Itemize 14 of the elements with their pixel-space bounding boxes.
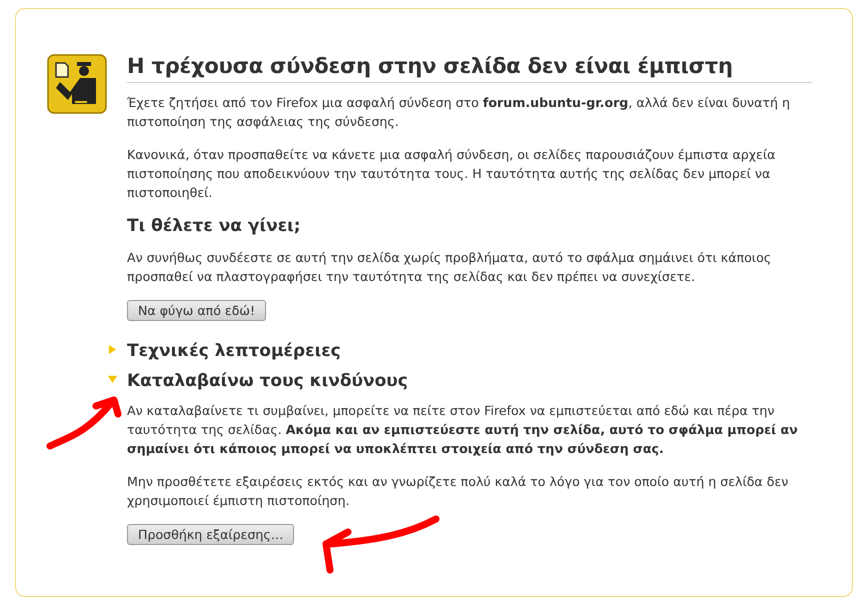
paragraph: Έχετε ζητήσει από τον Firefox μια ασφαλή σύνδεση στο forum.ubuntu-gr.org, αλλά δεν είναι δυνατή η πιστοποίηση της ασφάλειας της σύνδεσης. xyxy=(127,94,791,131)
officer-icon xyxy=(47,54,107,114)
collapsed-triangle-icon[interactable] xyxy=(108,345,117,354)
add-exception-button[interactable]: Προσθήκη εξαίρεσης… xyxy=(127,524,294,545)
paragraph: Μην προσθέτετε εξαιρέσεις εκτός και αν γνωρίζετε πολύ καλά το λόγο για τον οποίο αυτή η σελίδα δεν χρησιμοποιεί έμπιστη πιστοποίηση. xyxy=(127,473,790,510)
expander-heading[interactable]: Καταλαβαίνω τους κινδύνους xyxy=(127,371,812,391)
paragraph: Κανονικά, όταν προσπαθείτε να κάνετε μια ασφαλή σύνδεση, οι σελίδες παρουσιάζουν έμπιστα αρχεία πιστοποίησης που αποδεικνύουν την ταυτότητα τους. Η ταυτότητα αυτής της σελίδας δεν μπορεί να πιστοποιηθεί. xyxy=(127,146,776,202)
leave-button[interactable]: Να φύγω από εδώ! xyxy=(127,300,266,321)
expander-heading[interactable]: Τεχνικές λεπτομέρειες xyxy=(127,341,812,361)
expanded-triangle-icon[interactable] xyxy=(108,375,117,384)
paragraph: Αν καταλαβαίνετε τι συμβαίνει, μπορείτε να πείτε στον Firefox να εμπιστεύεται από εδώ και πέρα την ταυτότητα της σελίδας. Ακόμα και αν εμπιστεύεστε αυτή την σελίδα, αυτό το σφάλμα μπορεί αν σημαίνει ότι κάποιος μπορεί να υποκλέπτει στοιχεία από την σύνδεση σας. xyxy=(127,402,799,458)
paragraph: Αν συνήθως συνδέεστε σε αυτή την σελίδα χωρίς προβλήματα, αυτό το σφάλμα σημάινει ότι κάποιος προσπαθεί να πλαστογραφήσει την ταυτότητα της σελίδας και δεν πρέπει να συνεχίσετε. xyxy=(127,249,772,286)
page-title: Η τρέχουσα σύνδεση στην σελίδα δεν είναι έμπιστη xyxy=(127,54,812,83)
section-heading: Τι θέλετε να γίνει; xyxy=(127,216,302,236)
